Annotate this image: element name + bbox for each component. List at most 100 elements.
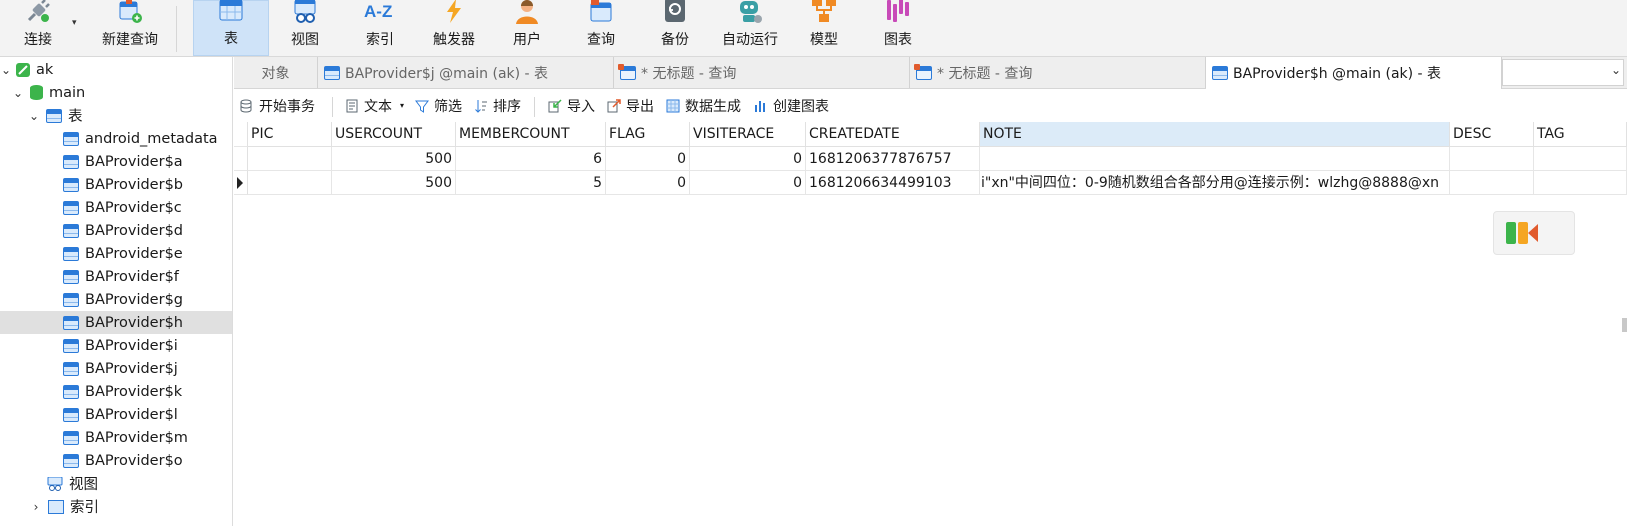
floating-widget[interactable] bbox=[1493, 211, 1575, 255]
filter-button[interactable]: 筛选 bbox=[415, 89, 462, 122]
table-icon bbox=[63, 200, 79, 215]
tree-item-table[interactable]: BAProvider$j bbox=[0, 357, 232, 380]
tree-item-table[interactable]: BAProvider$i bbox=[0, 334, 232, 357]
table-icon bbox=[63, 361, 79, 376]
new-query-button[interactable]: 新建查询 bbox=[84, 0, 176, 56]
chevron-right-icon[interactable]: › bbox=[30, 500, 42, 514]
tree-item-views-group[interactable]: 视图 bbox=[0, 472, 232, 495]
table-name: BAProvider$o bbox=[85, 452, 183, 469]
model-button[interactable]: 模型 bbox=[800, 0, 848, 56]
chevron-down-icon[interactable]: ⌄ bbox=[0, 63, 12, 77]
tree-item-tables-group[interactable]: ⌄ 表 bbox=[0, 104, 232, 127]
tree-item-table[interactable]: BAProvider$f bbox=[0, 265, 232, 288]
index-button[interactable]: A-Z 索引 bbox=[352, 0, 408, 56]
data-generation-button[interactable]: 数据生成 bbox=[666, 89, 741, 122]
data-generation-icon bbox=[666, 99, 680, 113]
row-selector-current[interactable] bbox=[234, 171, 248, 195]
tab-query-untitled-2[interactable]: * 无标题 - 查询 bbox=[910, 57, 1206, 88]
table-cell[interactable]: 1681206377876757 bbox=[806, 147, 980, 171]
column-header-tag[interactable]: TAG bbox=[1534, 122, 1627, 147]
tree-item-table[interactable]: BAProvider$e bbox=[0, 242, 232, 265]
text-label: 文本 bbox=[364, 98, 392, 115]
tab-query-untitled-1[interactable]: * 无标题 - 查询 bbox=[614, 57, 910, 88]
text-view-button[interactable]: 文本 ▾ bbox=[345, 89, 404, 122]
view-button[interactable]: 视图 bbox=[276, 0, 334, 56]
column-header-usercount[interactable]: USERCOUNT bbox=[332, 122, 456, 147]
tree-item-table[interactable]: BAProvider$b bbox=[0, 173, 232, 196]
connect-button[interactable]: 连接 bbox=[14, 0, 62, 56]
table-name: BAProvider$m bbox=[85, 429, 188, 446]
tab-objects[interactable]: 对象 bbox=[234, 57, 318, 88]
tree-item-table-selected[interactable]: BAProvider$h bbox=[0, 311, 232, 334]
table-cell[interactable]: 0 bbox=[606, 147, 690, 171]
tree-item-table[interactable]: BAProvider$o bbox=[0, 449, 232, 472]
import-button[interactable]: 导入 bbox=[548, 89, 595, 122]
tree-item-indexes-group[interactable]: › 索引 bbox=[0, 495, 232, 518]
column-header-flag[interactable]: FLAG bbox=[606, 122, 690, 147]
sort-button[interactable]: 排序 bbox=[474, 89, 521, 122]
chevron-down-icon[interactable]: ⌄ bbox=[12, 86, 24, 100]
tree-item-table[interactable]: BAProvider$m bbox=[0, 426, 232, 449]
query-icon bbox=[914, 63, 932, 80]
new-query-icon bbox=[117, 0, 143, 24]
tree-item-connection[interactable]: ⌄ ak bbox=[0, 58, 232, 81]
column-header-visiterace[interactable]: VISITERACE bbox=[690, 122, 806, 147]
query-button[interactable]: 查询 bbox=[574, 0, 628, 56]
chart-icon bbox=[754, 99, 768, 113]
table-cell[interactable]: 5 bbox=[456, 171, 606, 195]
backup-button[interactable]: 备份 bbox=[650, 0, 700, 56]
table-icon bbox=[218, 0, 244, 23]
table-cell[interactable] bbox=[248, 147, 332, 171]
tree-item-database[interactable]: ⌄ main bbox=[0, 81, 232, 104]
tree-item-table[interactable]: BAProvider$k bbox=[0, 380, 232, 403]
table-cell[interactable] bbox=[1450, 147, 1534, 171]
column-header-createdate[interactable]: CREATEDATE bbox=[806, 122, 980, 147]
table-name: BAProvider$i bbox=[85, 337, 178, 354]
trigger-button[interactable]: 触发器 bbox=[424, 0, 484, 56]
indexes-group-label: 索引 bbox=[70, 500, 99, 516]
vertical-scrollbar-thumb[interactable] bbox=[1622, 318, 1627, 332]
begin-transaction-button[interactable]: 开始事务 bbox=[240, 89, 315, 122]
row-selector[interactable] bbox=[234, 147, 248, 171]
tree-item-table[interactable]: android_metadata bbox=[0, 127, 232, 150]
table-cell[interactable]: 1681206634499103 bbox=[806, 171, 980, 195]
table-cell[interactable] bbox=[980, 147, 1450, 171]
tab-overflow-dropdown[interactable]: ⌄ bbox=[1502, 59, 1624, 86]
column-header-note[interactable]: NOTE bbox=[980, 122, 1450, 147]
tab-table-baproviderh[interactable]: BAProvider$h @main (ak) - 表 bbox=[1206, 57, 1502, 89]
table-cell[interactable]: i"xn"中间四位：0-9随机数组合各部分用@连接示例：wlzhg@8888@x… bbox=[980, 171, 1450, 195]
table-cell[interactable]: 6 bbox=[456, 147, 606, 171]
connect-dropdown-icon[interactable]: ▾ bbox=[72, 18, 77, 28]
table-cell[interactable]: 0 bbox=[690, 171, 806, 195]
automation-button[interactable]: 自动运行 bbox=[718, 0, 782, 56]
column-header-membercount[interactable]: MEMBERCOUNT bbox=[456, 122, 606, 147]
tree-item-table[interactable]: BAProvider$d bbox=[0, 219, 232, 242]
filter-label: 筛选 bbox=[434, 98, 462, 115]
column-header-pic[interactable]: PIC bbox=[248, 122, 332, 147]
table-button[interactable]: 表 bbox=[193, 0, 269, 56]
table-icon bbox=[63, 430, 79, 445]
column-header-desc[interactable]: DESC bbox=[1450, 122, 1534, 147]
table-cell[interactable]: 500 bbox=[332, 171, 456, 195]
table-cell[interactable] bbox=[1534, 171, 1627, 195]
create-chart-button[interactable]: 创建图表 bbox=[754, 89, 829, 122]
toolbar-divider bbox=[176, 6, 177, 52]
table-cell[interactable] bbox=[1534, 147, 1627, 171]
table-cell[interactable]: 0 bbox=[690, 147, 806, 171]
table-cell[interactable] bbox=[248, 171, 332, 195]
chart-label: 图表 bbox=[884, 32, 912, 48]
table-cell[interactable]: 0 bbox=[606, 171, 690, 195]
table-cell[interactable] bbox=[1450, 171, 1534, 195]
tree-item-table[interactable]: BAProvider$g bbox=[0, 288, 232, 311]
chart-button[interactable]: 图表 bbox=[874, 0, 922, 56]
tree-item-table[interactable]: BAProvider$c bbox=[0, 196, 232, 219]
export-button[interactable]: 导出 bbox=[607, 89, 654, 122]
chevron-down-icon[interactable]: ⌄ bbox=[28, 109, 40, 123]
table-cell[interactable]: 500 bbox=[332, 147, 456, 171]
tree-item-table[interactable]: BAProvider$l bbox=[0, 403, 232, 426]
user-button[interactable]: 用户 bbox=[502, 0, 552, 56]
tree-item-table[interactable]: BAProvider$a bbox=[0, 150, 232, 173]
table-icon bbox=[63, 269, 79, 284]
tab-table-baproviderj[interactable]: BAProvider$j @main (ak) - 表 bbox=[318, 57, 614, 88]
main-toolbar: 连接 ▾ 新建查询 表 视图 A-Z 索引 触发器 用户 查询 备份 自动运行 … bbox=[0, 0, 1627, 57]
